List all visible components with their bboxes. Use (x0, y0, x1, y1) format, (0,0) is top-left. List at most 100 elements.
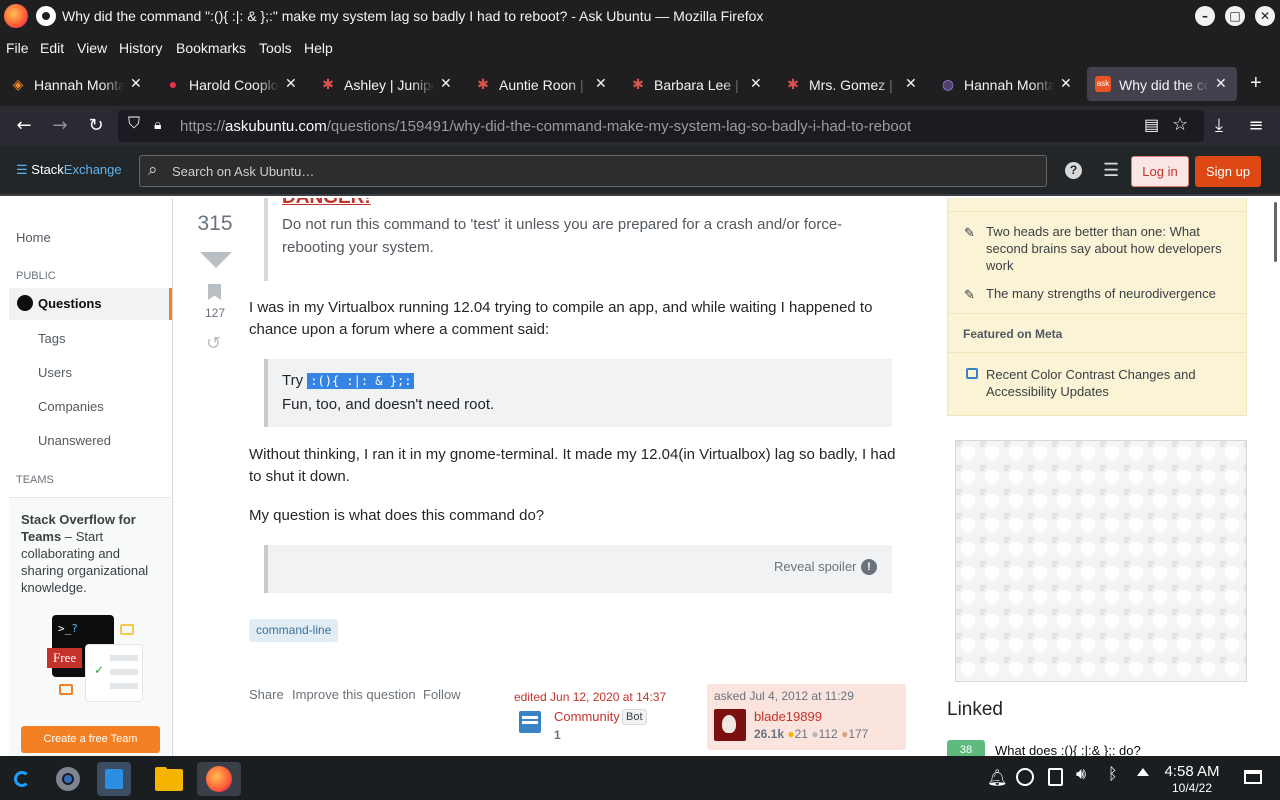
tray-expand-icon[interactable] (1137, 768, 1149, 776)
chat-bubble-icon (59, 684, 73, 695)
steamos-menu-icon[interactable] (4, 762, 38, 796)
improve-question-link[interactable]: Improve this question (292, 687, 416, 702)
tag-command-line[interactable]: command-line (249, 619, 339, 642)
page-scrollbar[interactable] (1272, 196, 1280, 756)
tab-close-icon[interactable]: ✕ (595, 75, 607, 92)
tab-barbara-lee[interactable]: ✱ Barbara Lee | Ju ✕ (622, 67, 772, 101)
search-placeholder: Search on Ask Ubuntu… (172, 164, 315, 179)
tab-askubuntu-active[interactable]: ask Why did the command ✕ (1087, 67, 1237, 101)
tab-close-icon[interactable]: ✕ (1060, 75, 1072, 92)
new-tab-icon[interactable]: + (1250, 72, 1262, 95)
url-text[interactable]: https://askubuntu.com/questions/159491/w… (180, 118, 911, 135)
shield-icon[interactable]: ⛉ (128, 115, 140, 133)
clock-date[interactable]: 10/4/22 (1162, 781, 1222, 795)
tab-hannah-montana-1[interactable]: ◈ Hannah Montana ✕ (2, 67, 152, 101)
menu-view[interactable]: View (77, 40, 107, 56)
tab-close-icon[interactable]: ✕ (285, 75, 297, 92)
tab-ashley-juniper[interactable]: ✱ Ashley | Juniper ✕ (312, 67, 462, 101)
create-team-button[interactable]: Create a free Team (21, 726, 160, 753)
back-arrow-icon[interactable]: ← (12, 114, 36, 138)
menu-file[interactable]: File (6, 40, 29, 56)
community-avatar[interactable] (519, 711, 541, 733)
palm-icon: ✱ (632, 76, 644, 92)
discover-store-icon[interactable] (97, 762, 131, 796)
linked-question-link[interactable]: What does :(){ :|:& };: do? (995, 743, 1141, 756)
steam-tray-icon[interactable] (1016, 768, 1034, 786)
quote-try: Try (282, 372, 304, 389)
clock-time[interactable]: 4:58 AM (1162, 764, 1222, 780)
spoiler-block[interactable]: Reveal spoiler ! (264, 545, 892, 593)
bookmark-icon[interactable] (208, 284, 221, 300)
tab-close-icon[interactable]: ✕ (440, 75, 452, 92)
url-bar[interactable]: ⛉ 🔒︎ https://askubuntu.com/questions/159… (118, 110, 1204, 142)
downloads-icon[interactable]: ⤓ (1207, 114, 1231, 138)
settings-gear-icon[interactable] (51, 762, 85, 796)
gold-badge-count: 21 (794, 727, 808, 741)
stackexchange-logo[interactable]: ☰ StackExchange (16, 162, 122, 178)
editor-name[interactable]: Community (554, 709, 620, 724)
menu-bookmarks[interactable]: Bookmarks (176, 40, 246, 56)
scrollbar-thumb[interactable] (1274, 202, 1277, 262)
clipboard-icon[interactable] (1048, 768, 1063, 786)
globe-icon: ◍ (941, 76, 955, 92)
share-link[interactable]: Share (249, 687, 284, 702)
tab-close-icon[interactable]: ✕ (130, 75, 142, 92)
file-manager-icon[interactable] (152, 762, 186, 796)
downvote-icon[interactable] (200, 252, 232, 268)
volume-icon[interactable]: 🔊︎ (1076, 766, 1086, 784)
advertisement-pattern[interactable] (955, 440, 1247, 682)
site-switcher-icon[interactable]: ☰ (1103, 160, 1119, 181)
tab-harold-cooplow[interactable]: ● Harold Cooplow ✕ (157, 67, 307, 101)
login-button[interactable]: Log in (1131, 156, 1189, 187)
asker-name[interactable]: blade19899 (754, 709, 822, 724)
linked-vote-count[interactable]: 38 (947, 740, 985, 756)
sidebar-item-unanswered[interactable]: Unanswered (38, 433, 111, 448)
tab-close-icon[interactable]: ✕ (750, 75, 762, 92)
tab-close-icon[interactable]: ✕ (1215, 75, 1227, 92)
maximize-icon[interactable]: □ (1225, 6, 1245, 26)
quote-code-selected[interactable]: :(){ :|: & };: (307, 373, 415, 389)
tab-auntie-roon[interactable]: ✱ Auntie Roon | Ju ✕ (467, 67, 617, 101)
bluetooth-icon[interactable]: ᛒ (1108, 766, 1118, 784)
reveal-spoiler-label[interactable]: Reveal spoiler (774, 559, 856, 574)
menu-history[interactable]: History (119, 40, 163, 56)
sidebar-item-users[interactable]: Users (38, 365, 72, 380)
edited-timestamp[interactable]: edited Jun 12, 2020 at 14:37 (514, 690, 666, 704)
sidebar-item-questions[interactable]: Questions (9, 288, 172, 320)
notifications-bell-icon[interactable]: 🔔︎ (987, 768, 1007, 788)
reload-icon[interactable]: ↻ (84, 114, 108, 138)
menu-help[interactable]: Help (304, 40, 333, 56)
minimize-icon[interactable]: – (1195, 6, 1215, 26)
asked-timestamp[interactable]: asked Jul 4, 2012 at 11:29 (714, 689, 854, 703)
reader-view-icon[interactable]: ▤ (1144, 115, 1159, 135)
navigation-bar: ← → ↻ ⛉ 🔒︎ https://askubuntu.com/questio… (0, 106, 1280, 146)
forward-arrow-icon[interactable]: → (48, 114, 72, 138)
show-desktop-icon[interactable] (1244, 770, 1262, 784)
close-icon[interactable]: ✕ (1255, 6, 1275, 26)
meta-link-1[interactable]: Recent Color Contrast Changes and Access… (986, 366, 1236, 400)
sidebar-item-tags[interactable]: Tags (38, 331, 65, 346)
window-titlebar: Why did the command ":(){ :|: & };:" mak… (0, 0, 1280, 32)
bookmark-star-icon[interactable]: ☆ (1172, 114, 1188, 135)
menu-edit[interactable]: Edit (40, 40, 64, 56)
palm-icon: ✱ (477, 76, 489, 92)
search-input[interactable]: ⌕ Search on Ask Ubuntu… (139, 155, 1047, 187)
asker-avatar[interactable] (714, 709, 746, 741)
lock-icon[interactable]: 🔒︎ (154, 116, 161, 133)
blog-link-1[interactable]: Two heads are better than one: What seco… (986, 223, 1236, 274)
tab-close-icon[interactable]: ✕ (905, 75, 917, 92)
blog-link-2[interactable]: The many strengths of neurodivergence (986, 285, 1236, 302)
history-icon[interactable]: ↺ (206, 333, 221, 354)
question-main: 315 127 ↺ DANGER! Do not run this comman… (173, 198, 938, 756)
help-icon[interactable]: ? (1065, 162, 1082, 179)
sidebar-item-home[interactable]: Home (16, 230, 51, 245)
firefox-taskbar-icon[interactable] (197, 762, 241, 796)
hamburger-menu-icon[interactable]: ≡ (1244, 114, 1268, 138)
sidebar-item-companies[interactable]: Companies (38, 399, 104, 414)
signup-button[interactable]: Sign up (1195, 156, 1261, 187)
menu-tools[interactable]: Tools (259, 40, 292, 56)
app-menu-icon[interactable] (36, 6, 56, 26)
tab-mrs-gomez[interactable]: ✱ Mrs. Gomez | Ju ✕ (777, 67, 927, 101)
follow-link[interactable]: Follow (423, 687, 461, 702)
tab-hannah-montana-2[interactable]: ◍ Hannah Montana ✕ (932, 67, 1082, 101)
